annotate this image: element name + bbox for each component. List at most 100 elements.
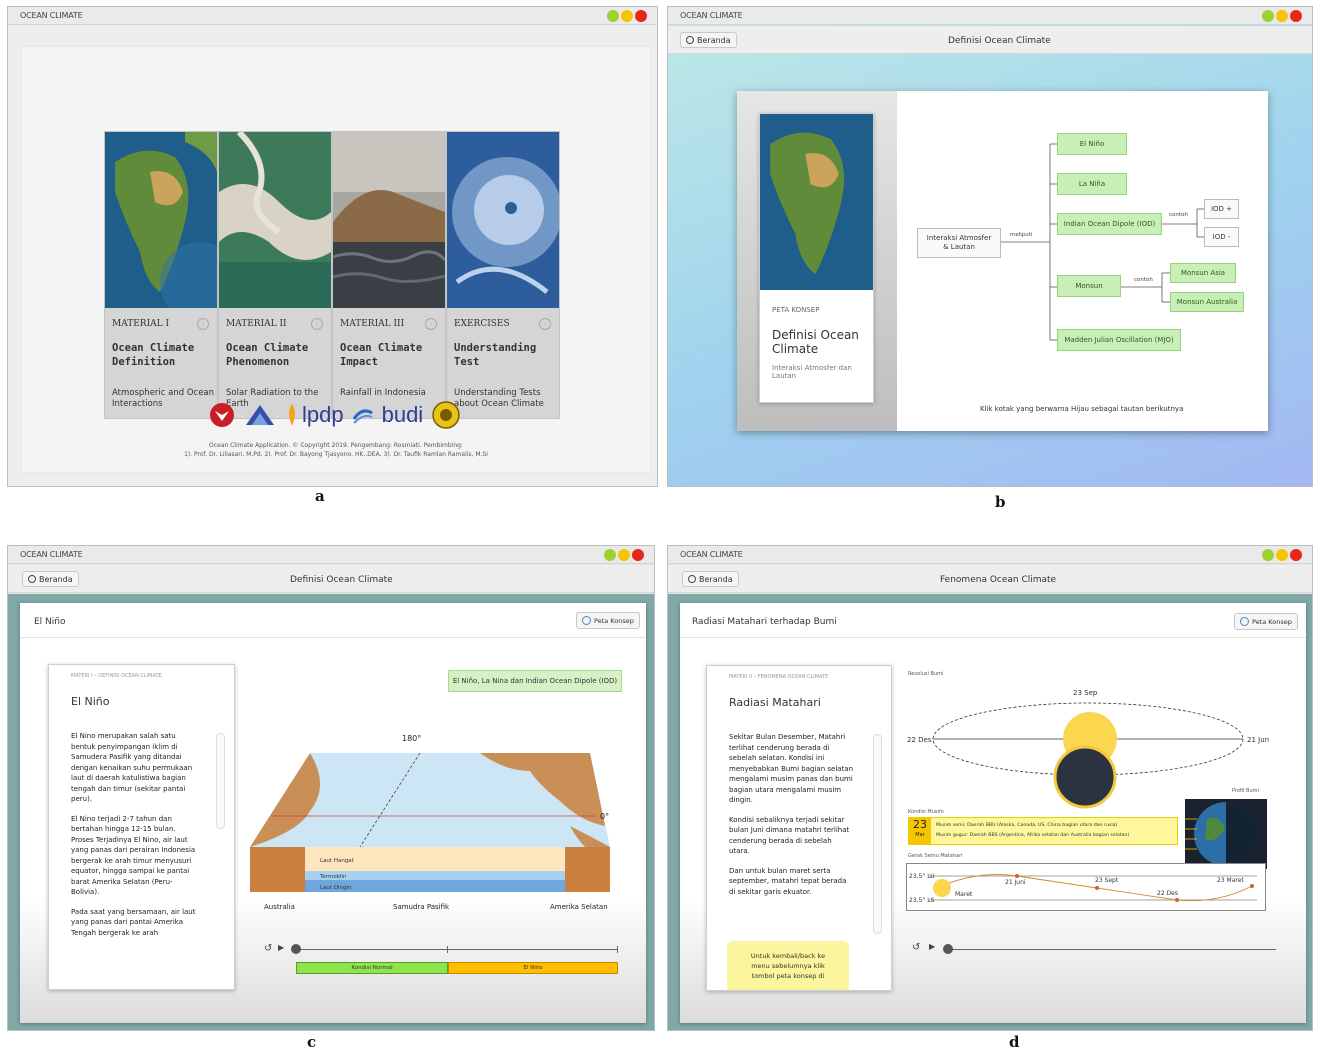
- maret-left-label: Maret: [955, 891, 973, 898]
- sponsor-logos: lpdp budi: [208, 397, 461, 433]
- el-nino-node[interactable]: El Niño: [1057, 133, 1127, 155]
- maximize-dot[interactable]: [618, 549, 630, 561]
- monsun-asia-node[interactable]: Monsun Asia: [1170, 263, 1236, 283]
- timeline-handle[interactable]: [943, 944, 953, 954]
- home-button[interactable]: Beranda: [682, 571, 739, 587]
- replay-icon[interactable]: ↺: [264, 943, 272, 954]
- replay-icon[interactable]: ↺: [912, 942, 920, 953]
- map-circle-icon: [1240, 617, 1249, 626]
- hurricane-image: [447, 132, 559, 308]
- app-title: OCEAN CLIMATE: [680, 11, 743, 20]
- timeline-track[interactable]: [296, 949, 618, 950]
- thermocline-label: Termoklin: [319, 874, 347, 880]
- caption-b: b: [995, 493, 1006, 511]
- card-subtitle: Understanding Tests about Ocean Climate: [454, 388, 544, 409]
- mjo-node[interactable]: Madden Julian Oscillation (MJO): [1057, 329, 1181, 351]
- peta-konsep-button[interactable]: Peta Konsep: [1234, 613, 1298, 630]
- close-dot[interactable]: [1290, 549, 1302, 561]
- panel-b-concept-map: OCEAN CLIMATE Beranda Definisi Ocean Cli…: [667, 6, 1313, 487]
- iod-node[interactable]: Indian Ocean Dipole (IOD): [1057, 213, 1162, 235]
- earth-africa-image: [105, 132, 217, 308]
- scrollbar[interactable]: [216, 733, 225, 829]
- card-title: Understanding Test: [454, 342, 537, 368]
- timeline-midtick: [447, 946, 448, 953]
- home-button-label: Beranda: [697, 35, 731, 45]
- timeline-track[interactable]: [948, 949, 1276, 950]
- profil-label: Profil Bumi: [1232, 788, 1259, 794]
- monsun-australia-node[interactable]: Monsun Australia: [1170, 292, 1244, 312]
- material-2-card[interactable]: MATERIAL II › Ocean Climate Phenomenon S…: [218, 131, 332, 419]
- warm-layer-label: Laut Hangat: [320, 858, 355, 864]
- note-text: Untuk kembali/back ke menu sebelumnya kl…: [750, 952, 826, 980]
- edge-label: contoh: [1134, 277, 1153, 283]
- peta-konsep-button[interactable]: Peta Konsep: [576, 612, 640, 629]
- date-number: 23: [913, 818, 927, 831]
- home-circle-icon: [688, 575, 696, 583]
- edge-label: contoh: [1169, 212, 1188, 218]
- maximize-dot[interactable]: [1276, 10, 1288, 22]
- material-1-card[interactable]: MATERIAL I › Ocean Climate Definition At…: [104, 131, 218, 419]
- australia-label: Australia: [264, 903, 295, 911]
- home-button-label: Beranda: [39, 574, 73, 584]
- content-window: Radiasi Matahari terhadap Bumi Peta Kons…: [680, 603, 1306, 1023]
- timeline-endtick: [617, 946, 618, 953]
- minimize-dot[interactable]: [1262, 10, 1274, 22]
- date-month: Mar: [915, 832, 925, 838]
- normal-segment[interactable]: Kondisi Normal: [296, 962, 448, 974]
- window-controls: [1262, 549, 1302, 561]
- page-title: Fenomena Ocean Climate: [940, 575, 1057, 585]
- exercises-card[interactable]: EXERCISES › Understanding Test Understan…: [446, 131, 560, 419]
- el-nino-segment[interactable]: El Niño: [448, 962, 618, 974]
- jun-label: 21 Jun: [1247, 736, 1269, 744]
- gerak-label: Gerak Semu Matahari: [908, 853, 963, 859]
- page-heading: El Niño: [34, 617, 66, 627]
- des-label: 22 Des: [907, 736, 932, 744]
- app-title: OCEAN CLIMATE: [680, 550, 743, 559]
- minimize-dot[interactable]: [604, 549, 616, 561]
- equator-label: 0°: [600, 812, 609, 821]
- musim-semi-text: Musim semi: Daerah BBU (Alaska, Canada, …: [936, 823, 1118, 828]
- card-title: Ocean Climate Impact: [340, 342, 423, 368]
- monsun-node[interactable]: Monsun: [1057, 275, 1121, 297]
- page-title: Definisi Ocean Climate: [948, 36, 1051, 46]
- minimize-dot[interactable]: [607, 10, 619, 22]
- nav-bar: Beranda Definisi Ocean Climate: [668, 26, 1312, 54]
- content-area: El Niño Peta Konsep MATERI I – DEFINISI …: [8, 594, 654, 1030]
- university-logo: [210, 403, 234, 427]
- close-dot[interactable]: [635, 10, 647, 22]
- sun-path-chart: 23,5° LU 23,5° LS 21 Juni 23 Sept 23 Mar…: [909, 873, 1257, 904]
- panel-a-home-screen: OCEAN CLIMATE MATERIAL I › Ocean Climate…: [7, 6, 658, 487]
- text-card: MATERI II – FENOMENA OCEAN CLIMATE Radia…: [706, 665, 892, 991]
- date-badge: 23 Mar: [909, 818, 931, 844]
- timeline-handle[interactable]: [291, 944, 301, 954]
- card-title: Ocean Climate Phenomenon: [226, 342, 309, 368]
- window-controls: [604, 549, 644, 561]
- play-icon[interactable]: ▶: [929, 942, 935, 951]
- close-dot[interactable]: [1290, 10, 1302, 22]
- card-body: El Nino merupakan salah satu bentuk peny…: [71, 732, 196, 937]
- close-dot[interactable]: [632, 549, 644, 561]
- card-label: MATERIAL II: [226, 319, 287, 329]
- scrollbar[interactable]: [873, 734, 882, 934]
- sep-label: 23 Sep: [1073, 689, 1098, 697]
- la-nina-node[interactable]: La Niña: [1057, 173, 1127, 195]
- maximize-dot[interactable]: [621, 10, 633, 22]
- home-button[interactable]: Beranda: [22, 571, 79, 587]
- breadcrumb: MATERI II – FENOMENA OCEAN CLIMATE: [729, 674, 829, 680]
- home-button[interactable]: Beranda: [680, 32, 737, 48]
- cold-layer-label: Laut Dingin: [320, 885, 352, 891]
- topic-badge[interactable]: El Niño, La Nina dan Indian Ocean Dipole…: [448, 670, 622, 692]
- material-3-card[interactable]: MATERIAL III › Ocean Climate Impact Rain…: [332, 131, 446, 419]
- concept-map-connectors: [1000, 143, 1204, 341]
- card-body: Sekitar Bulan Desember, Matahri terlihat…: [729, 733, 854, 896]
- panel-c-el-nino: OCEAN CLIMATE Beranda Definisi Ocean Cli…: [7, 545, 655, 1031]
- ocean-mountain-image: [333, 132, 445, 308]
- window-controls: [607, 10, 647, 22]
- play-icon[interactable]: ▶: [278, 943, 284, 952]
- minimize-dot[interactable]: [1262, 549, 1274, 561]
- caption-a: a: [315, 487, 325, 505]
- maximize-dot[interactable]: [1276, 549, 1288, 561]
- iod-plus-node: IOD +: [1204, 199, 1239, 219]
- content-window: El Niño Peta Konsep MATERI I – DEFINISI …: [20, 603, 646, 1023]
- revolusi-label: Revolusi Bumi: [908, 671, 944, 677]
